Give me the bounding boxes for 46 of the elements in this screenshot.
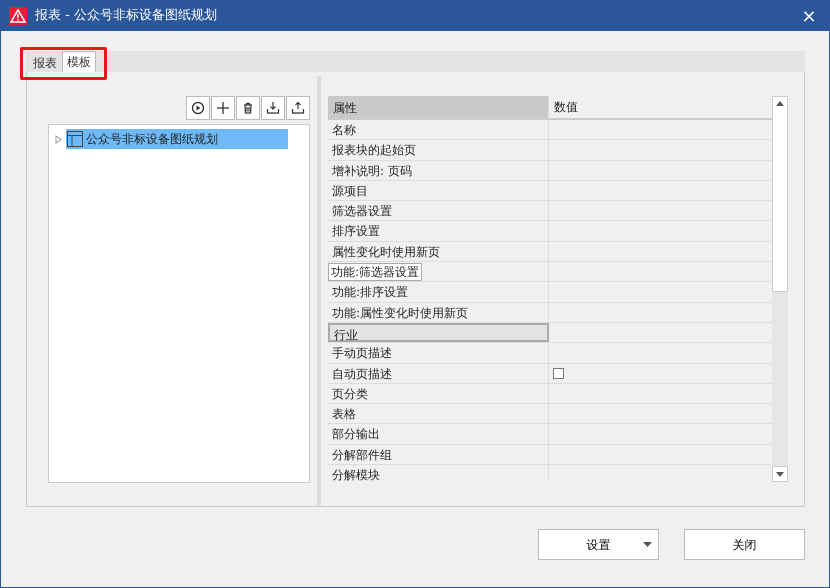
property-name[interactable]: 报表块的起始页 — [328, 140, 549, 160]
table-icon — [67, 131, 83, 147]
window-title: 报表 - 公众号非标设备图纸规划 — [35, 7, 217, 26]
tree-item[interactable]: 公众号非标设备图纸规划 — [66, 129, 288, 149]
property-name[interactable]: 筛选器设置 — [328, 201, 549, 220]
close-button[interactable]: × — [789, 2, 829, 30]
property-name[interactable]: 属性变化时使用新页 — [328, 242, 549, 262]
property-name[interactable]: 表格 — [328, 404, 549, 424]
scroll-down-button[interactable] — [772, 466, 788, 482]
warning-icon — [9, 7, 27, 25]
property-name[interactable]: 功能:排序设置 — [328, 282, 549, 302]
toolbar-button[interactable] — [286, 96, 310, 120]
download-icon — [266, 101, 280, 115]
expand-arrow-icon[interactable] — [55, 134, 62, 144]
property-name[interactable]: 分解部件组 — [328, 444, 549, 464]
column-header[interactable]: 属性 — [328, 96, 549, 118]
property-name[interactable]: 行业 — [328, 322, 549, 342]
property-name[interactable]: 手动页描述 — [328, 343, 549, 363]
property-name[interactable]: 名称 — [328, 120, 549, 140]
play-icon — [191, 101, 205, 115]
up-arrow-icon — [776, 101, 784, 106]
tab[interactable]: 模板 — [62, 51, 96, 72]
down-arrow-icon — [776, 472, 784, 476]
toolbar-button[interactable] — [186, 96, 210, 120]
tooltip: 功能:筛选器设置 — [328, 263, 422, 282]
property-name[interactable]: 页分类 — [328, 384, 549, 404]
plus-icon — [216, 101, 230, 115]
tab[interactable]: 报表 — [28, 53, 62, 72]
tree-item-label: 公众号非标设备图纸规划 — [86, 131, 218, 148]
column-header[interactable]: 数值 — [549, 96, 772, 118]
toolbar-button[interactable] — [261, 96, 285, 120]
property-name[interactable]: 增补说明: 页码 — [328, 160, 549, 180]
close-button[interactable]: 关闭 — [684, 529, 805, 560]
property-name[interactable]: 源项目 — [328, 180, 549, 200]
property-name[interactable]: 自动页描述 — [328, 364, 549, 383]
upload-icon — [291, 101, 305, 115]
caret-icon — [643, 542, 652, 547]
toolbar-button[interactable] — [211, 96, 235, 120]
toolbar-button[interactable] — [236, 96, 260, 120]
property-name[interactable]: 功能:属性变化时使用新页 — [328, 302, 549, 322]
property-name[interactable]: 部分输出 — [328, 424, 549, 444]
dropdown-button[interactable]: 设置 — [538, 529, 659, 560]
property-name[interactable]: 分解模块 — [328, 465, 549, 482]
trash-icon — [241, 101, 255, 115]
checkbox[interactable] — [553, 368, 564, 379]
property-name[interactable]: 排序设置 — [328, 221, 549, 241]
